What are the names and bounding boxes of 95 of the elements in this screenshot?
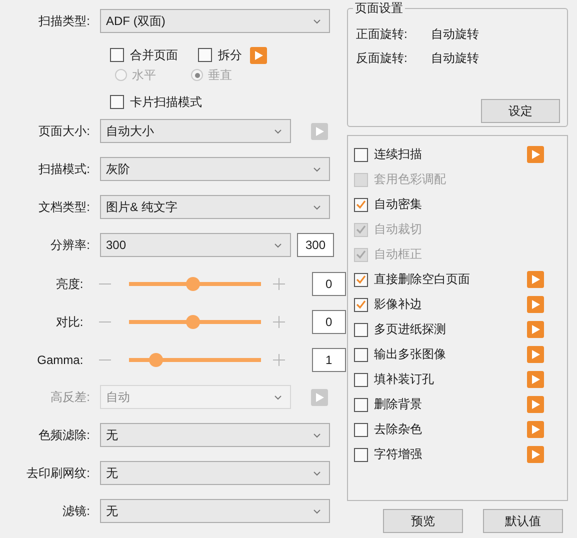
play-icon	[532, 400, 540, 409]
play-icon	[532, 325, 540, 334]
play-icon	[532, 150, 540, 159]
play-button[interactable]	[527, 446, 544, 463]
dropdown[interactable]: 无	[100, 461, 330, 485]
value-field[interactable]: 1	[312, 348, 346, 372]
checkbox[interactable]	[354, 322, 368, 336]
checkbox-label[interactable]: 删除背景	[354, 396, 527, 413]
play-button[interactable]	[527, 371, 544, 388]
dropdown[interactable]: 图片& 纯文字	[100, 195, 330, 219]
play-icon	[254, 50, 262, 60]
play-icon	[532, 275, 540, 284]
checkbox-label[interactable]: 影像补边	[354, 296, 527, 313]
checkbox-label[interactable]: 拆分	[198, 46, 242, 64]
value-field[interactable]: 300	[297, 233, 334, 257]
plus-icon[interactable]	[273, 316, 286, 328]
chevron-icon	[313, 470, 321, 476]
play-icon	[532, 425, 540, 434]
plus-icon[interactable]	[273, 278, 286, 290]
chevron-icon	[274, 242, 282, 248]
dialog-button[interactable]: 预览	[383, 509, 463, 533]
chevron-icon	[313, 508, 321, 514]
checkbox[interactable]	[110, 95, 124, 109]
checkbox[interactable]	[354, 422, 368, 436]
chevron-icon	[274, 394, 282, 400]
slider-thumb[interactable]	[148, 353, 163, 367]
checkbox[interactable]	[354, 148, 368, 162]
dropdown[interactable]: 自动大小	[100, 119, 291, 143]
checkbox[interactable]	[354, 198, 368, 212]
setting-value: 自动旋转	[431, 50, 479, 66]
field-label: 对比:	[54, 314, 84, 330]
checkbox-label[interactable]: 多页进纸探测	[354, 321, 527, 338]
play-button[interactable]	[250, 46, 267, 64]
play-icon	[316, 392, 324, 402]
dropdown[interactable]: 无	[100, 499, 330, 523]
play-icon	[316, 126, 324, 136]
chevron-icon	[274, 128, 282, 134]
checkbox[interactable]	[354, 348, 368, 362]
play-icon	[532, 300, 540, 309]
play-button[interactable]	[527, 421, 544, 438]
play-button[interactable]	[527, 146, 544, 163]
checkbox[interactable]	[354, 298, 368, 312]
field-label: 分辨率:	[50, 236, 91, 254]
group-title: 页面设置	[354, 0, 404, 17]
field-label: 扫描类型:	[38, 12, 91, 30]
set-button[interactable]: 设定	[481, 99, 560, 123]
chevron-icon	[313, 18, 321, 24]
plus-icon[interactable]	[273, 354, 286, 366]
play-icon	[532, 350, 540, 359]
field-label: 页面大小:	[38, 122, 91, 140]
checkbox-label[interactable]: 连续扫描	[354, 146, 527, 163]
slider-thumb[interactable]	[186, 315, 200, 329]
value-field[interactable]: 0	[312, 272, 346, 296]
play-icon	[532, 450, 540, 459]
dropdown[interactable]: 灰阶	[100, 157, 330, 181]
field-label: Gamma:	[36, 353, 84, 367]
play-button[interactable]	[527, 271, 544, 288]
dialog-button[interactable]: 默认值	[483, 509, 563, 533]
checkbox[interactable]	[110, 48, 124, 62]
checkbox-label[interactable]: 自动密集	[354, 196, 527, 213]
checkbox[interactable]	[354, 272, 368, 286]
checkbox[interactable]	[354, 448, 368, 462]
field-label: 亮度:	[54, 276, 84, 292]
field-label: 滤镜:	[62, 502, 91, 520]
field-label: 高反差:	[50, 388, 91, 406]
chevron-icon	[313, 432, 321, 438]
play-icon	[532, 375, 540, 384]
play-button[interactable]	[527, 321, 544, 338]
checkbox-label[interactable]: 字符增强	[354, 446, 527, 463]
chevron-icon	[313, 204, 321, 210]
checkbox-label[interactable]: 直接删除空白页面	[354, 271, 527, 288]
checkbox-label[interactable]: 合并页面	[110, 46, 178, 64]
checkbox[interactable]	[198, 48, 212, 62]
checkbox-label[interactable]: 填补装订孔	[354, 371, 527, 388]
dropdown[interactable]: 无	[100, 423, 330, 447]
value-field[interactable]: 0	[312, 310, 346, 334]
checkbox-label[interactable]: 卡片扫描模式	[110, 94, 202, 110]
field-label: 扫描模式:	[38, 160, 91, 178]
dropdown[interactable]: 300	[100, 233, 291, 257]
dropdown[interactable]: ADF (双面)	[100, 9, 330, 33]
field-label: 去印刷网纹:	[26, 464, 91, 482]
checkbox[interactable]	[354, 398, 368, 412]
checkbox-label[interactable]: 输出多张图像	[354, 346, 527, 363]
play-button[interactable]	[527, 296, 544, 313]
setting-label: 正面旋转:	[356, 26, 408, 42]
setting-value: 自动旋转	[431, 26, 479, 42]
slider-thumb[interactable]	[186, 277, 200, 291]
chevron-icon	[313, 166, 321, 172]
field-label: 色频滤除:	[38, 426, 91, 444]
checkbox-label[interactable]: 去除杂色	[354, 421, 527, 438]
checkbox[interactable]	[354, 372, 368, 386]
setting-label: 反面旋转:	[356, 50, 408, 66]
play-button[interactable]	[527, 346, 544, 363]
play-button[interactable]	[527, 396, 544, 413]
field-label: 文档类型:	[38, 198, 91, 216]
